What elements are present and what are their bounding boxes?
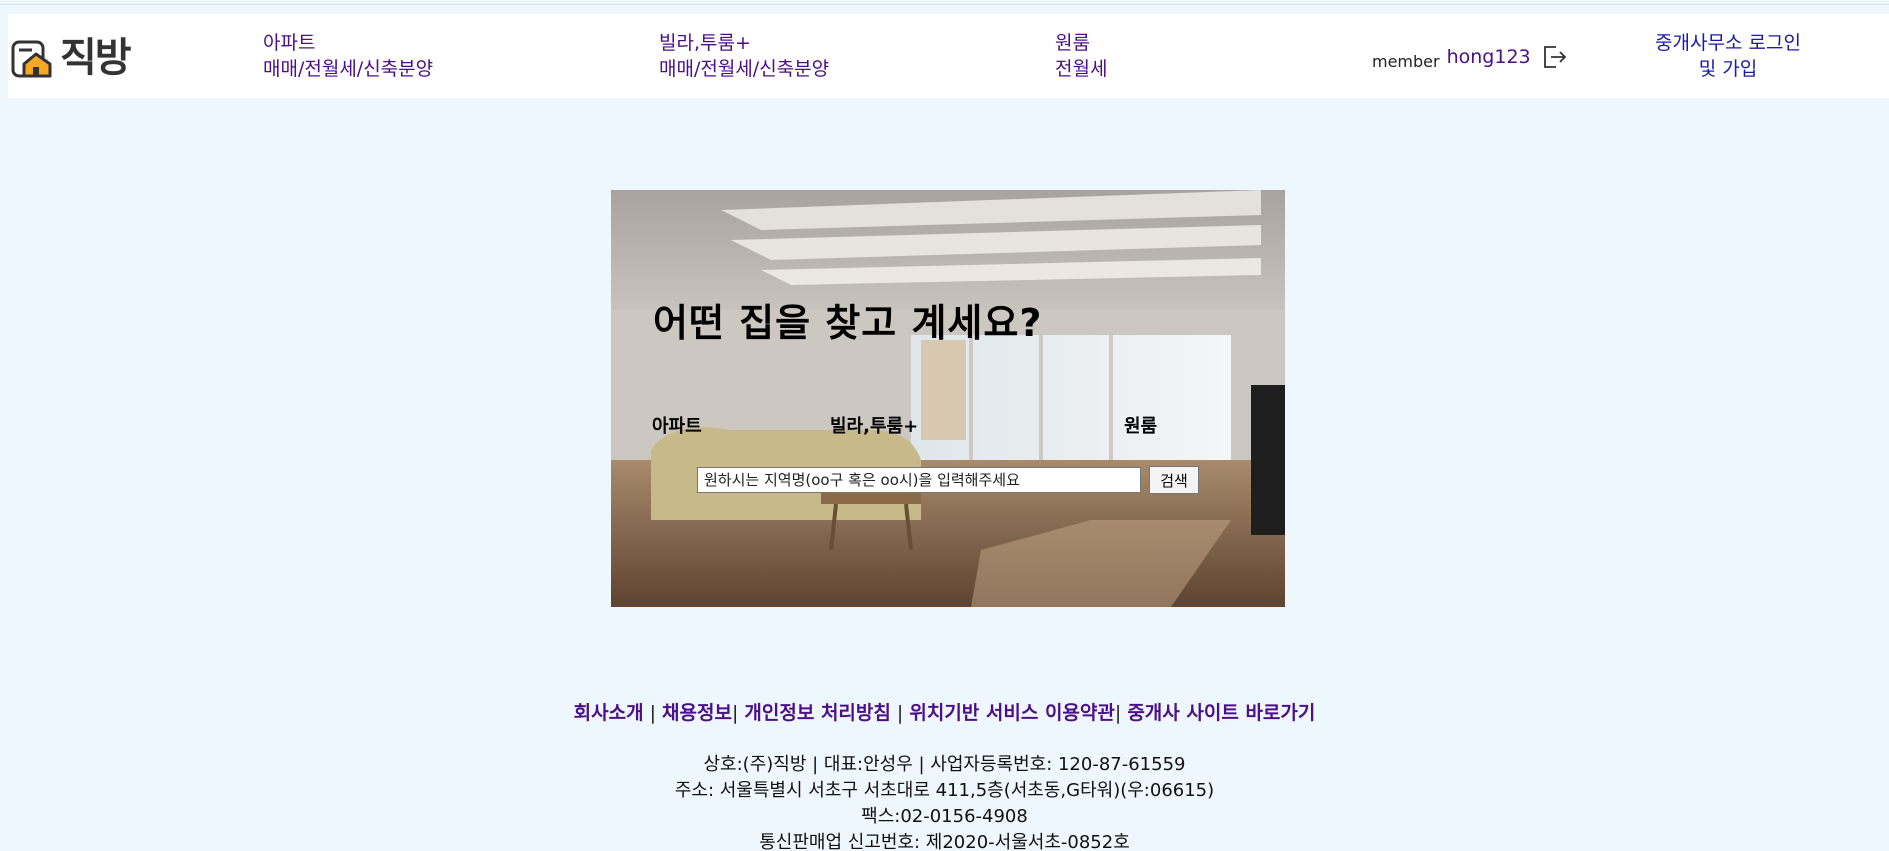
top-divider [0, 4, 1889, 5]
nav-apartment-subtitle: 매매/전월세/신축분양 [263, 58, 434, 80]
member-username[interactable]: hong123 [1447, 46, 1531, 68]
footer-company-info: 상호:(주)직방 | 대표:안성우 | 사업자등록번호: 120-87-6155… [0, 752, 1889, 851]
agent-login-line2: 및 가입 [1698, 58, 1758, 80]
footer-info-line: 팩스:02-0156-4908 [861, 806, 1028, 827]
footer-link-location-terms[interactable]: 위치기반 서비스 이용약관 [909, 702, 1115, 724]
agent-login-link[interactable]: 중개사무소 로그인 및 가입 [1628, 30, 1828, 82]
footer-info-line: 통신판매업 신고번호: 제2020-서울서초-0852호 [759, 832, 1130, 851]
house-logo-icon [11, 40, 52, 78]
nav-villa[interactable]: 빌라,투룸+ 매매/전월세/신축분양 [659, 30, 829, 82]
nav-villa-title: 빌라,투룸+ [659, 32, 751, 54]
footer-info-line: 상호:(주)직방 | 대표:안성우 | 사업자등록번호: 120-87-6155… [703, 754, 1186, 775]
logo[interactable]: 직방 [10, 35, 132, 81]
search-button[interactable]: 검색 [1149, 466, 1199, 494]
footer-info-line: 주소: 서울특별시 서초구 서초대로 411,5층(서초동,G타워)(우:066… [674, 780, 1215, 801]
footer-links: 회사소개 | 채용정보| 개인정보 처리방침 | 위치기반 서비스 이용약관| … [0, 698, 1889, 725]
region-search-input[interactable] [697, 467, 1141, 493]
hero-search-banner: 어떤 집을 찾고 계세요? 아파트 빌라,투룸+ 원룸 검색 [611, 190, 1285, 607]
nav-apartment-title: 아파트 [263, 32, 316, 54]
nav-villa-subtitle: 매매/전월세/신축분양 [659, 58, 830, 80]
footer-separator: | [890, 702, 910, 724]
footer-separator: | [731, 702, 745, 724]
footer-separator: | [643, 702, 663, 724]
footer-link-careers[interactable]: 채용정보 [662, 702, 732, 724]
footer-link-company[interactable]: 회사소개 [574, 702, 644, 724]
footer-link-agent-site[interactable]: 중개사 사이트 바로가기 [1127, 702, 1315, 724]
footer-link-privacy[interactable]: 개인정보 처리방침 [744, 702, 890, 724]
logo-text: 직방 [60, 35, 132, 81]
hero-tab-villa[interactable]: 빌라,투룸+ [830, 412, 918, 438]
member-label: member [1372, 52, 1440, 71]
hero-tab-apartment[interactable]: 아파트 [652, 412, 702, 438]
member-info: member hong123 [1372, 42, 1568, 71]
hero-title: 어떤 집을 찾고 계세요? [653, 301, 1043, 345]
nav-oneroom[interactable]: 원룸 전월세 [1055, 30, 1107, 82]
logout-icon[interactable] [1540, 43, 1568, 71]
nav-oneroom-title: 원룸 [1055, 32, 1090, 54]
site-header: 직방 아파트 매매/전월세/신축분양 빌라,투룸+ 매매/전월세/신축분양 원룸… [8, 14, 1889, 98]
nav-apartment[interactable]: 아파트 매매/전월세/신축분양 [263, 30, 433, 82]
footer-separator: | [1114, 702, 1128, 724]
agent-login-line1: 중개사무소 로그인 [1655, 32, 1801, 54]
hero-tab-oneroom[interactable]: 원룸 [1124, 412, 1157, 438]
nav-oneroom-subtitle: 전월세 [1055, 58, 1108, 80]
living-room-background-image [611, 190, 1285, 607]
